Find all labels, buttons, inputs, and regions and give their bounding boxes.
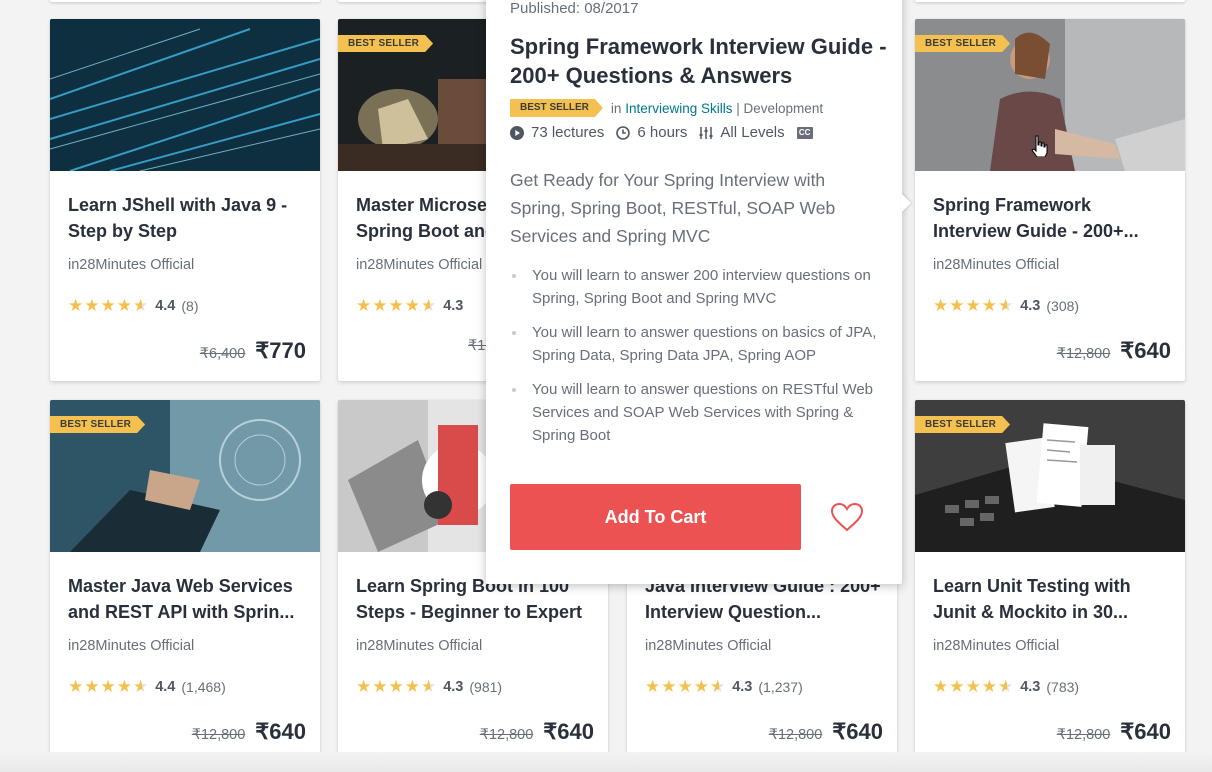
cursor-hand-icon	[1031, 135, 1048, 157]
course-price: ₹12,800 ₹640	[1057, 719, 1171, 745]
course-price: ₹12,800 ₹640	[1057, 338, 1171, 364]
course-card[interactable]: BEST SELLER Master Java Web Services and…	[50, 400, 320, 762]
star-icon: ★★★★★	[356, 677, 438, 696]
closed-caption-icon: CC	[796, 126, 813, 139]
course-thumbnail[interactable]: BEST SELLER	[915, 19, 1185, 171]
card-above-edge	[915, 0, 1185, 2]
star-icon: ★★★★★	[68, 296, 150, 315]
course-author: in28Minutes Official	[933, 257, 1060, 273]
published-date: Published: 08/2017	[510, 0, 639, 17]
discount-price: ₹640	[255, 719, 306, 744]
add-to-cart-button[interactable]: Add To Cart	[510, 484, 801, 550]
original-price: ₹12,800	[191, 727, 246, 743]
original-price: ₹6,400	[199, 346, 246, 362]
bestseller-badge: BEST SELLER	[50, 416, 145, 433]
discount-price: ₹640	[1120, 719, 1171, 744]
course-description: Get Ready for Your Spring Interview with…	[510, 170, 836, 246]
bestseller-badge: BEST SELLER	[510, 99, 603, 117]
subcategory-link[interactable]: Development	[744, 101, 824, 116]
course-author: in28Minutes Official	[68, 638, 195, 654]
course-author: in28Minutes Official	[645, 638, 772, 654]
course-author: in28Minutes Official	[356, 638, 483, 654]
course-rating: ★★★★★ 4.3 (783)	[933, 677, 1079, 697]
course-price: ₹12,800 ₹640	[769, 719, 883, 745]
bestseller-badge: BEST SELLER	[915, 35, 1010, 52]
lecture-count: 73 lectures	[531, 124, 605, 141]
list-item: You will learn to answer 200 interview q…	[510, 264, 882, 310]
discount-price: ₹770	[255, 338, 306, 363]
rating-value: 4.4	[155, 679, 176, 695]
course-stats: 73 lectures 6 hours All Levels CC	[510, 124, 813, 141]
rating-value: 4.3	[443, 298, 464, 314]
bestseller-badge: BEST SELLER	[338, 35, 433, 52]
rating-count: (1,237)	[758, 679, 803, 695]
course-level: All Levels	[720, 124, 785, 141]
course-rating: ★★★★★ 4.3 (308)	[933, 296, 1079, 316]
rating-value: 4.3	[1020, 679, 1041, 695]
wishlist-heart-icon[interactable]	[830, 502, 864, 532]
list-item: You will learn to answer questions on RE…	[510, 378, 882, 447]
course-title[interactable]: Spring Framework Interview Guide - 200+.…	[933, 192, 1171, 244]
course-rating: ★★★★★ 4.4 (8)	[68, 296, 199, 316]
course-card[interactable]: BEST SELLER Spring Framework Interview G…	[915, 19, 1185, 381]
discount-price: ₹640	[1120, 338, 1171, 363]
popover-caret	[901, 193, 911, 213]
original-price: ₹12,800	[479, 727, 534, 743]
course-rating: ★★★★★ 4.4 (1,468)	[68, 677, 226, 697]
course-card[interactable]: Learn JShell with Java 9 - Step by Step …	[50, 19, 320, 381]
category-link[interactable]: Interviewing Skills	[625, 101, 732, 116]
in-label: in	[610, 100, 622, 116]
original-price: ₹12,800	[1056, 346, 1111, 362]
original-price: ₹12,800	[1056, 727, 1111, 743]
original-price: ₹12,800	[768, 727, 823, 743]
course-rating: ★★★★★ 4.3 (981)	[356, 677, 502, 697]
course-duration: 6 hours	[637, 124, 688, 141]
rating-value: 4.3	[1020, 298, 1041, 314]
course-author: in28Minutes Official	[933, 638, 1060, 654]
rating-value: 4.3	[732, 679, 753, 695]
page-bottom-edge	[0, 752, 1212, 772]
course-price: ₹12,800 ₹640	[192, 719, 306, 745]
star-icon: ★★★★★	[356, 296, 438, 315]
rating-value: 4.4	[155, 298, 176, 314]
learning-objectives: You will learn to answer 200 interview q…	[510, 264, 882, 458]
play-icon	[510, 125, 524, 140]
card-above-edge	[50, 0, 320, 2]
course-category: BEST SELLER in Interviewing Skills | Dev…	[510, 99, 823, 117]
clock-icon	[616, 125, 631, 140]
course-price: ₹12,800 ₹640	[480, 719, 594, 745]
course-thumbnail[interactable]	[50, 19, 320, 171]
rating-count: (783)	[1046, 679, 1080, 695]
course-rating: ★★★★★ 4.3 (1,237)	[645, 677, 803, 697]
course-title[interactable]: Master Java Web Services and REST API wi…	[68, 573, 306, 625]
rating-value: 4.3	[443, 679, 464, 695]
bestseller-badge: BEST SELLER	[915, 416, 1010, 433]
separator: |	[736, 100, 740, 116]
star-icon: ★★★★★	[68, 677, 150, 696]
course-rating: ★★★★★ 4.3	[356, 296, 463, 316]
course-thumbnail[interactable]: BEST SELLER	[50, 400, 320, 552]
discount-price: ₹640	[832, 719, 883, 744]
course-author: in28Minutes Official	[68, 257, 195, 273]
popover-course-title[interactable]: Spring Framework Interview Guide - 200+ …	[510, 32, 890, 90]
course-thumbnail[interactable]: BEST SELLER	[915, 400, 1185, 552]
course-author: in28Minutes Official	[356, 257, 483, 273]
level-bars-icon	[699, 126, 713, 139]
list-item: You will learn to answer questions on ba…	[510, 321, 882, 367]
star-icon: ★★★★★	[645, 677, 727, 696]
star-icon: ★★★★★	[933, 296, 1015, 315]
rating-count: (981)	[469, 679, 503, 695]
course-preview-popover: Published: 08/2017 Spring Framework Inte…	[486, 0, 902, 584]
rating-count: (8)	[181, 298, 199, 314]
course-price: ₹6,400 ₹770	[200, 338, 306, 364]
rating-count: (308)	[1046, 298, 1080, 314]
course-title[interactable]: Learn JShell with Java 9 - Step by Step	[68, 192, 306, 244]
course-title[interactable]: Learn Unit Testing with Junit & Mockito …	[933, 573, 1171, 625]
rating-count: (1,468)	[181, 679, 226, 695]
course-card[interactable]: BEST SELLER Learn Unit Testing with Juni…	[915, 400, 1185, 762]
discount-price: ₹640	[543, 719, 594, 744]
star-icon: ★★★★★	[933, 677, 1015, 696]
